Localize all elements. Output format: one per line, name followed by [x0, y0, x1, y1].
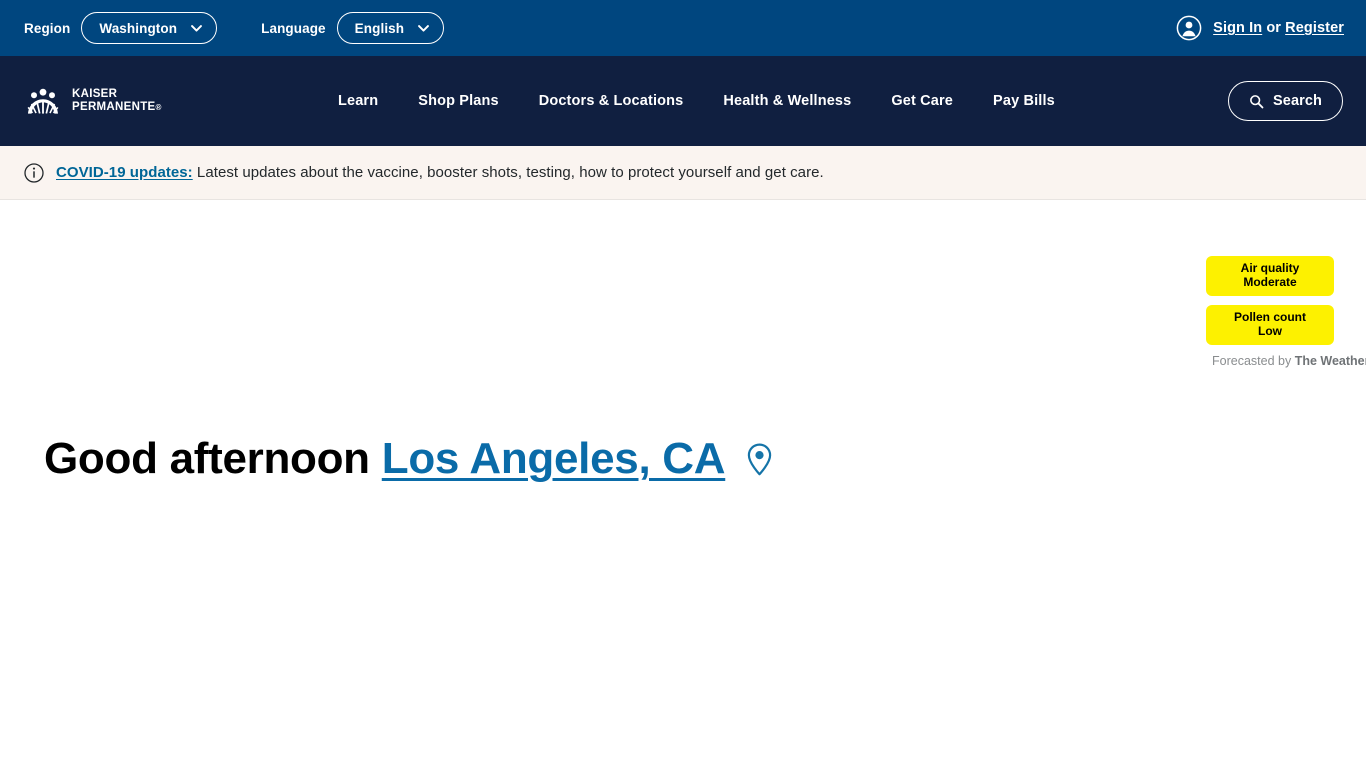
region-language-group: Region Washington Language English — [24, 12, 445, 44]
attribution-brand: The Weather Channel® — [1294, 354, 1366, 368]
nav-item-doctors-locations[interactable]: Doctors & Locations — [539, 93, 684, 109]
search-button[interactable]: Search — [1228, 81, 1343, 121]
air-quality-value: Moderate — [1243, 274, 1297, 289]
covid-banner-text: COVID-19 updates: Latest updates about t… — [56, 164, 824, 181]
search-icon — [1249, 94, 1264, 109]
top-utility-bar: Region Washington Language English Sign … — [0, 0, 1366, 56]
covid-alert-banner: COVID-19 updates: Latest updates about t… — [0, 146, 1366, 200]
sign-in-register: Sign In or Register — [1213, 20, 1344, 36]
sign-in-link[interactable]: Sign In — [1213, 20, 1262, 36]
kaiser-permanente-logo[interactable]: KAISER PERMANENTE® — [24, 84, 162, 118]
search-button-label: Search — [1273, 93, 1322, 109]
nav-item-health-wellness[interactable]: Health & Wellness — [723, 93, 851, 109]
pollen-count-title: Pollen count — [1234, 310, 1306, 324]
pollen-count-value: Low — [1258, 323, 1282, 338]
map-pin-icon[interactable] — [747, 443, 772, 476]
nav-item-pay-bills[interactable]: Pay Bills — [993, 93, 1055, 109]
greeting-heading: Good afternoon Los Angeles, CA — [44, 437, 772, 481]
region-selected-value: Washington — [99, 20, 178, 36]
chevron-down-icon — [417, 22, 430, 35]
logo-line-2: PERMANENTE — [72, 101, 156, 113]
pollen-count-badge[interactable]: Pollen count Low — [1206, 305, 1334, 345]
nav-item-get-care[interactable]: Get Care — [891, 93, 953, 109]
language-label: Language — [261, 20, 326, 36]
primary-nav-links: Learn Shop Plans Doctors & Locations Hea… — [338, 93, 1055, 109]
attribution-prefix: Forecasted by — [1212, 354, 1295, 368]
account-circle-icon — [1176, 15, 1202, 41]
location-link[interactable]: Los Angeles, CA — [382, 437, 726, 481]
or-text: or — [1262, 20, 1286, 36]
account-group: Sign In or Register — [1176, 15, 1344, 41]
region-label: Region — [24, 20, 71, 36]
logo-line-1: KAISER — [72, 87, 118, 100]
covid-updates-link[interactable]: COVID-19 updates: — [56, 164, 193, 181]
nav-item-shop-plans[interactable]: Shop Plans — [418, 93, 498, 109]
logo-registered-mark: ® — [155, 103, 162, 112]
weather-attribution: Forecasted by The Weather Channel® — [1212, 354, 1366, 368]
register-link[interactable]: Register — [1285, 20, 1344, 36]
logo-wordmark: KAISER PERMANENTE® — [72, 88, 162, 115]
chevron-down-icon — [190, 22, 203, 35]
info-circle-icon — [24, 162, 44, 183]
kaiser-permanente-thrive-logo-icon — [24, 84, 62, 118]
weather-widget: Air quality Moderate Pollen count Low Fo… — [1206, 256, 1366, 368]
language-selector[interactable]: English — [336, 12, 445, 44]
air-quality-title: Air quality — [1240, 261, 1300, 275]
greeting-text: Good afternoon — [44, 434, 370, 483]
nav-item-learn[interactable]: Learn — [338, 93, 378, 109]
main-content-area: Good afternoon Los Angeles, CA Air quali… — [0, 200, 1366, 768]
main-navigation-bar: KAISER PERMANENTE® Learn Shop Plans Docto… — [0, 56, 1366, 146]
covid-banner-body: Latest updates about the vaccine, booste… — [192, 164, 824, 181]
air-quality-badge[interactable]: Air quality Moderate — [1206, 256, 1334, 296]
language-selected-value: English — [354, 20, 405, 36]
region-selector[interactable]: Washington — [81, 12, 218, 44]
